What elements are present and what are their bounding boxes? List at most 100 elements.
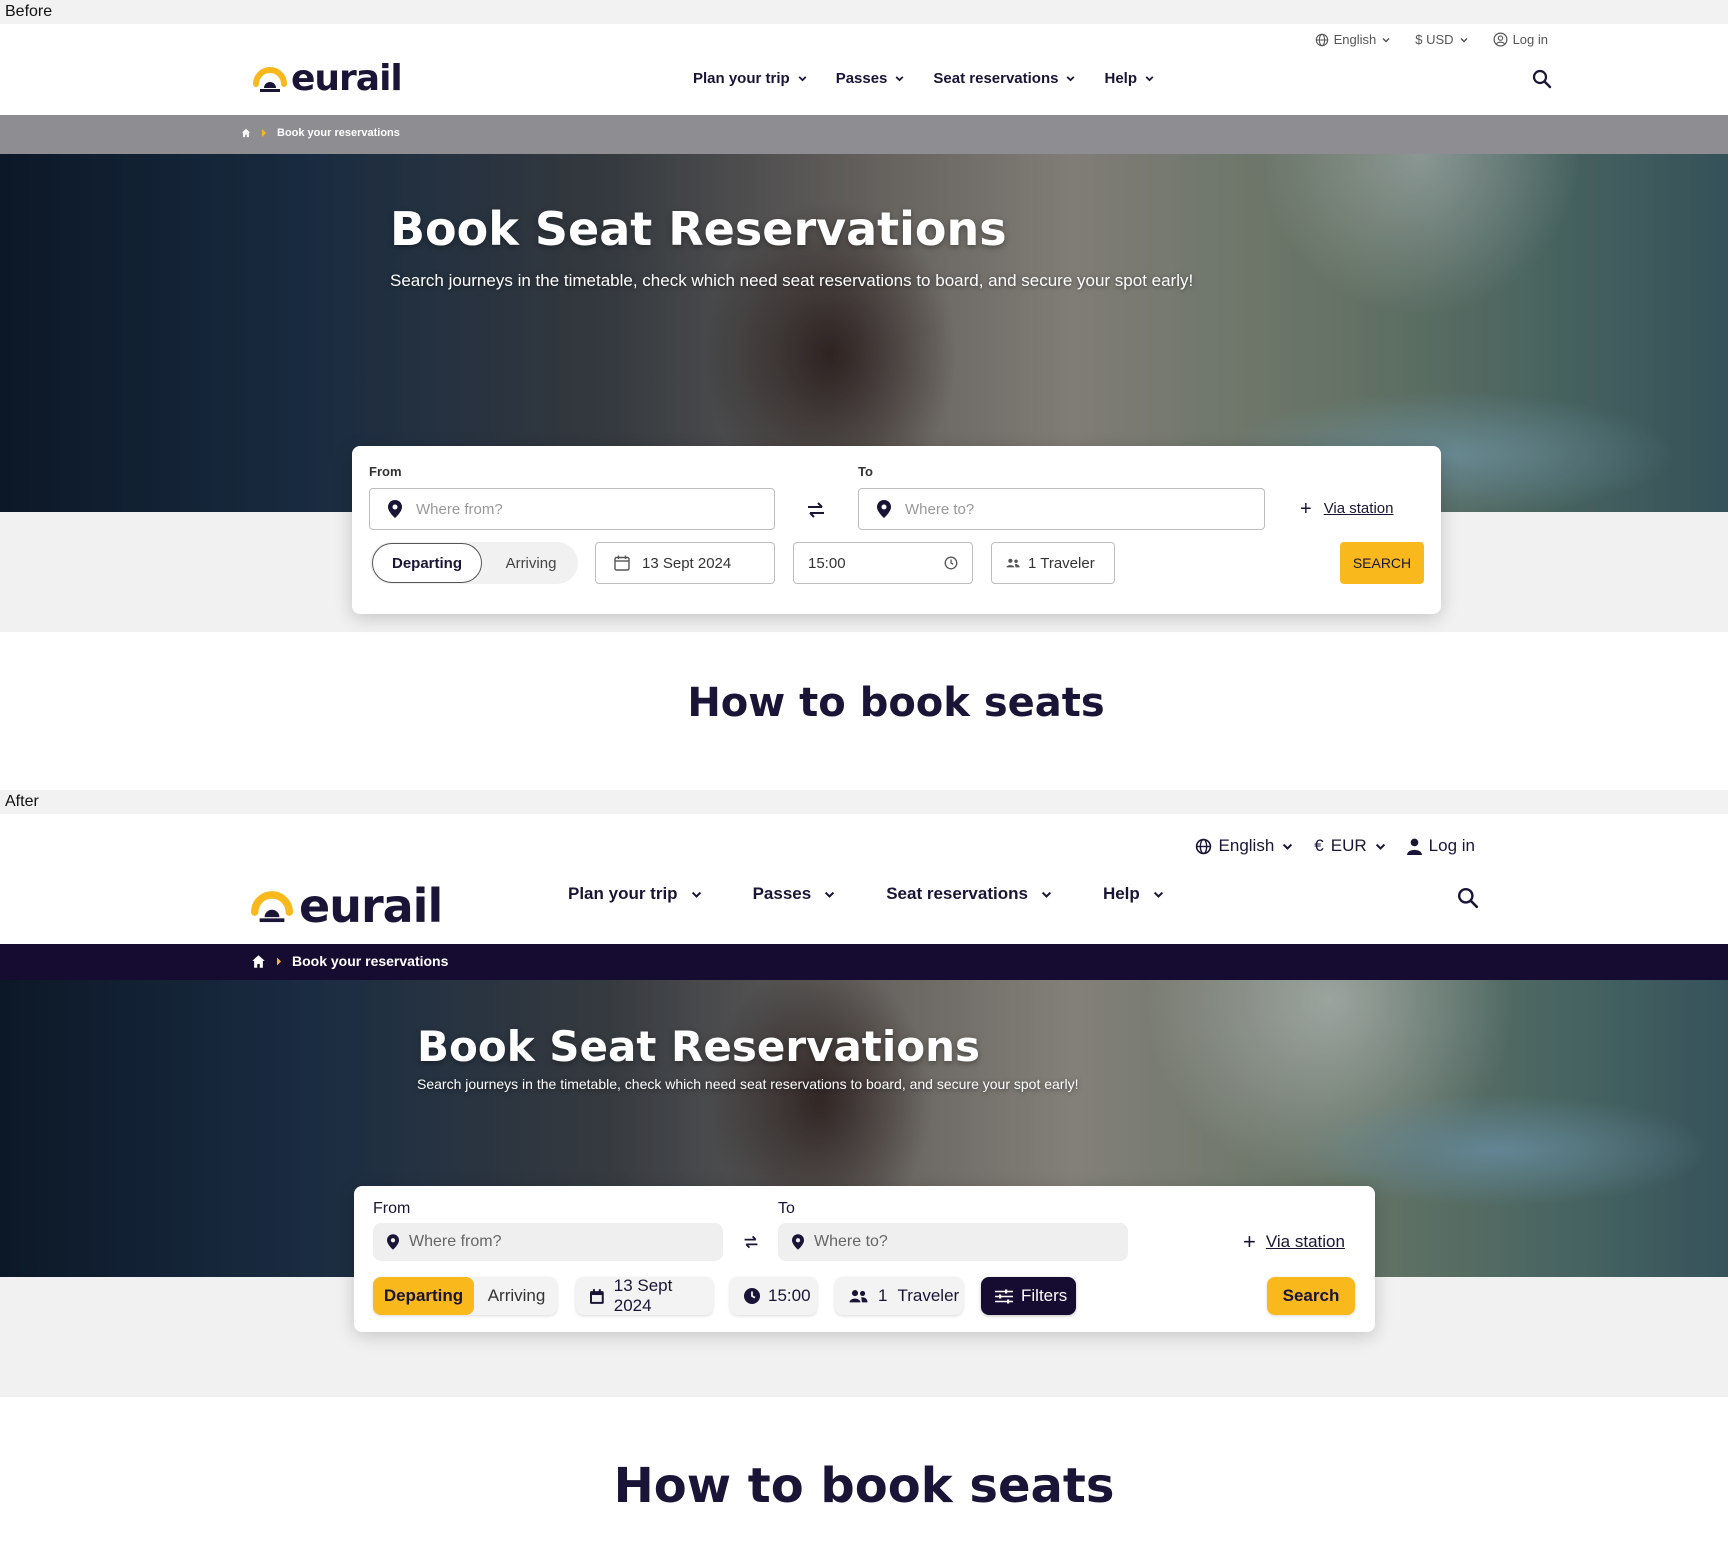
chevron-down-icon bbox=[895, 76, 904, 82]
swap-icon[interactable] bbox=[743, 1234, 759, 1250]
login-label: Log in bbox=[1512, 32, 1548, 47]
time-value: 15:00 bbox=[808, 554, 846, 572]
nav-passes[interactable]: Passes bbox=[753, 884, 837, 904]
date-field[interactable]: 13 Sept 2024 bbox=[576, 1276, 713, 1315]
calendar-icon bbox=[614, 555, 630, 571]
search-card: From Where from? To Where to? + Via stat… bbox=[352, 446, 1441, 614]
date-field[interactable]: 13 Sept 2024 bbox=[595, 542, 775, 584]
home-icon[interactable] bbox=[251, 954, 266, 969]
arriving-option[interactable]: Arriving bbox=[488, 543, 574, 583]
globe-icon bbox=[1195, 838, 1211, 854]
main-nav: Plan your trip Passes Seat reservations … bbox=[693, 70, 1155, 87]
travelers-value: 1 Traveler bbox=[1028, 554, 1095, 572]
chevron-down-icon bbox=[1145, 76, 1154, 82]
users-icon bbox=[1006, 558, 1020, 568]
logo-wordmark: eurail bbox=[291, 58, 403, 99]
search-icon[interactable] bbox=[1457, 887, 1479, 909]
departing-option[interactable]: Departing bbox=[372, 543, 482, 583]
to-label: To bbox=[858, 464, 873, 479]
language-selector[interactable]: English bbox=[1315, 32, 1392, 47]
clock-icon bbox=[744, 1288, 760, 1304]
chevron-down-icon bbox=[1041, 891, 1052, 898]
nav-label: Passes bbox=[835, 70, 888, 87]
calendar-icon bbox=[590, 1288, 604, 1304]
from-label: From bbox=[373, 1200, 411, 1217]
currency-label: EUR bbox=[1330, 836, 1367, 855]
nav-plan-your-trip[interactable]: Plan your trip bbox=[568, 884, 703, 904]
nav-seat-reservations[interactable]: Seat reservations bbox=[933, 70, 1076, 87]
nav-help[interactable]: Help bbox=[1103, 884, 1165, 904]
chevron-down-icon bbox=[798, 76, 807, 82]
currency-selector[interactable]: € EUR bbox=[1314, 836, 1386, 856]
nav-label: Passes bbox=[752, 884, 812, 903]
location-pin-icon bbox=[877, 500, 891, 518]
how-to-book-heading: How to book seats bbox=[687, 680, 1105, 726]
euro-icon: € bbox=[1314, 836, 1324, 855]
from-placeholder: Where from? bbox=[416, 500, 503, 518]
via-station-link[interactable]: + Via station bbox=[1243, 1229, 1345, 1254]
location-pin-icon bbox=[387, 1234, 399, 1250]
travelers-field[interactable]: 1 Traveler bbox=[835, 1277, 963, 1315]
chevron-down-icon bbox=[1375, 843, 1385, 850]
user-icon bbox=[1406, 838, 1422, 855]
search-card: From Where from? To Where to? + Via stat… bbox=[354, 1186, 1375, 1332]
chevron-right-icon bbox=[262, 129, 266, 137]
search-button[interactable]: Search bbox=[1267, 1277, 1355, 1315]
location-pin-icon bbox=[388, 500, 402, 518]
users-icon bbox=[849, 1290, 868, 1303]
logo-wordmark: eurail bbox=[299, 879, 443, 933]
search-icon[interactable] bbox=[1532, 69, 1552, 89]
to-input[interactable]: Where to? bbox=[858, 488, 1265, 530]
chevron-down-icon bbox=[1460, 37, 1468, 43]
nav-label: Help bbox=[1102, 884, 1140, 903]
eurail-logo[interactable]: eurail bbox=[253, 58, 403, 99]
time-field[interactable]: 15:00 bbox=[730, 1277, 817, 1315]
home-icon[interactable] bbox=[241, 128, 251, 138]
chevron-down-icon bbox=[1382, 37, 1390, 43]
language-selector[interactable]: English bbox=[1195, 836, 1295, 856]
main-nav: Plan your trip Passes Seat reservations … bbox=[568, 884, 1165, 904]
plus-icon: + bbox=[1243, 1229, 1256, 1254]
from-input[interactable]: Where from? bbox=[369, 488, 775, 530]
eurail-logo[interactable]: eurail bbox=[251, 879, 443, 933]
arriving-option[interactable]: Arriving bbox=[476, 1277, 557, 1315]
login-link[interactable]: Log in bbox=[1493, 32, 1548, 47]
to-placeholder: Where to? bbox=[814, 1233, 888, 1250]
nav-seat-reservations[interactable]: Seat reservations bbox=[886, 884, 1053, 904]
departing-option[interactable]: Departing bbox=[373, 1277, 474, 1315]
logo-mark-icon bbox=[253, 66, 287, 92]
from-label: From bbox=[369, 464, 402, 479]
nav-passes[interactable]: Passes bbox=[836, 70, 906, 87]
search-button[interactable]: SEARCH bbox=[1340, 542, 1424, 584]
time-field[interactable]: 15:00 bbox=[793, 542, 973, 584]
user-circle-icon bbox=[1493, 32, 1508, 47]
plus-icon: + bbox=[1300, 497, 1312, 520]
departing-arriving-toggle: Departing Arriving bbox=[370, 542, 578, 584]
to-placeholder: Where to? bbox=[905, 500, 975, 518]
hero-subtitle: Search journeys in the timetable, check … bbox=[390, 271, 1194, 290]
from-input[interactable]: Where from? bbox=[373, 1223, 723, 1261]
via-station-link[interactable]: + Via station bbox=[1300, 497, 1394, 520]
utility-bar: English $ USD Log in bbox=[1315, 32, 1548, 47]
from-placeholder: Where from? bbox=[409, 1233, 502, 1250]
after-label: After bbox=[0, 790, 1728, 814]
nav-label: Seat reservations bbox=[933, 70, 1059, 87]
globe-icon bbox=[1315, 33, 1328, 46]
chevron-down-icon bbox=[691, 891, 701, 898]
date-value: 13 Sept 2024 bbox=[613, 1276, 673, 1315]
travelers-field[interactable]: 1 Traveler bbox=[991, 542, 1115, 584]
swap-icon[interactable] bbox=[806, 502, 826, 518]
nav-help[interactable]: Help bbox=[1104, 70, 1155, 87]
nav-plan-your-trip[interactable]: Plan your trip bbox=[693, 70, 808, 87]
nav-label: Plan your trip bbox=[568, 884, 678, 903]
breadcrumb-current: Book your reservations bbox=[277, 127, 400, 139]
breadcrumb: Book your reservations bbox=[0, 944, 1728, 980]
location-pin-icon bbox=[792, 1234, 804, 1250]
currency-selector[interactable]: $ USD bbox=[1415, 32, 1468, 47]
chevron-down-icon bbox=[1283, 843, 1293, 850]
filters-button[interactable]: Filters bbox=[981, 1277, 1076, 1315]
to-input[interactable]: Where to? bbox=[778, 1223, 1128, 1261]
login-link[interactable]: Log in bbox=[1406, 836, 1475, 856]
via-station-label: Via station bbox=[1323, 500, 1394, 517]
hero-title: Book Seat Reservations bbox=[417, 1022, 981, 1071]
